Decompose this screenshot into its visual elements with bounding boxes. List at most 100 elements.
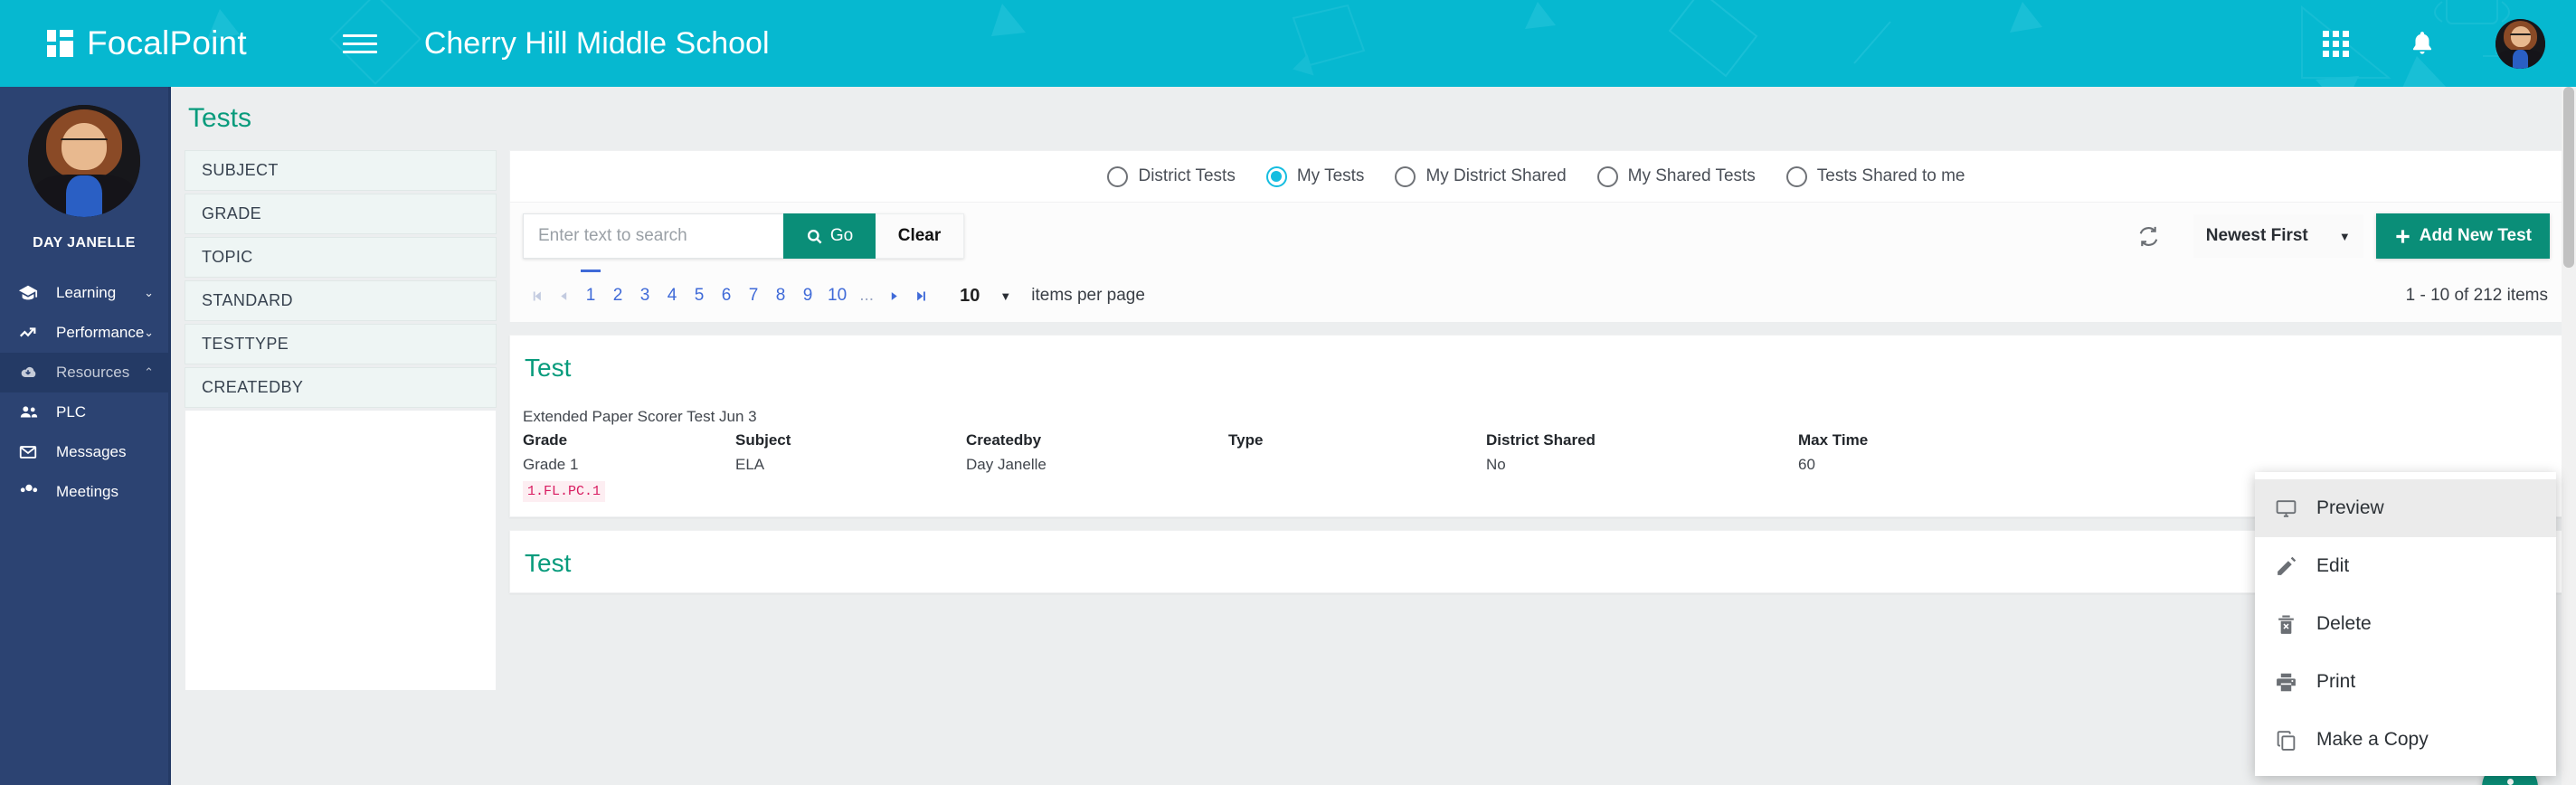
pagination-prev[interactable]: [550, 280, 577, 311]
context-menu-label: Make a Copy: [2316, 729, 2429, 750]
filter-grade[interactable]: GRADE: [185, 194, 497, 234]
sidebar-item-meetings[interactable]: Meetings: [0, 472, 168, 512]
pagination-page-4[interactable]: 4: [658, 280, 686, 311]
sidebar-user-name: DAY JANELLE: [33, 235, 136, 251]
pagination-page-10[interactable]: 10: [821, 280, 853, 311]
column-type: Type: [1228, 431, 1486, 474]
filter-createdby[interactable]: CREATEDBY: [185, 367, 497, 408]
filter-label: TOPIC: [202, 248, 253, 266]
printer-icon: [2275, 671, 2316, 694]
search-go-button[interactable]: Go: [783, 213, 876, 259]
pagination-next[interactable]: [880, 280, 907, 311]
pagination-page-9[interactable]: 9: [794, 280, 821, 311]
sidebar-item-messages[interactable]: Messages: [0, 432, 168, 472]
items-per-page-value: 10: [960, 285, 980, 306]
items-per-page-select[interactable]: 10 ▼: [960, 286, 1011, 307]
radio-icon: [1107, 166, 1129, 187]
filter-label: CREATEDBY: [202, 378, 304, 396]
pagination-ellipsis: ...: [859, 286, 875, 305]
vertical-scrollbar[interactable]: [2562, 87, 2576, 785]
context-menu-item-print[interactable]: Print: [2255, 653, 2556, 711]
people-icon: [18, 402, 45, 422]
sidebar-item-resources[interactable]: Resources ⌃: [0, 353, 168, 392]
sidebar-item-plc[interactable]: PLC: [0, 392, 168, 432]
pagination-last[interactable]: [907, 280, 934, 311]
context-menu-label: Edit: [2316, 555, 2350, 576]
column-subject: Subject ELA: [735, 431, 966, 474]
add-new-test-button[interactable]: Add New Test: [2375, 213, 2550, 259]
context-menu-item-make-a-copy[interactable]: Make a Copy: [2255, 711, 2556, 769]
radio-label: District Tests: [1138, 166, 1236, 185]
chevron-down-icon: ▼: [2338, 229, 2351, 243]
pagination-page-5[interactable]: 5: [686, 280, 713, 311]
sidebar-item-label: Resources: [56, 364, 130, 381]
test-card-columns: Grade Grade 1 Subject ELA Createdby Day …: [523, 431, 2562, 474]
bell-icon[interactable]: [2410, 30, 2434, 57]
search-clear-button[interactable]: Clear: [876, 213, 964, 259]
search-input[interactable]: [523, 213, 783, 259]
chevron-down-icon: ▼: [999, 288, 1012, 303]
chevron-down-icon: ⌄: [144, 326, 154, 339]
pagination-page-1[interactable]: 1: [577, 270, 604, 311]
sidebar-item-label: Learning: [56, 284, 117, 301]
top-header: FocalPoint Cherry Hill Middle School: [0, 0, 2576, 87]
context-menu-item-preview[interactable]: Preview: [2255, 479, 2556, 537]
sidebar-item-performance[interactable]: Performance ⌄: [0, 313, 168, 353]
radio-tests-shared-to-me[interactable]: Tests Shared to me: [1785, 166, 1965, 187]
radio-icon: [1596, 166, 1618, 187]
pencil-icon: [2275, 555, 2316, 578]
scrollbar-thumb[interactable]: [2563, 87, 2574, 268]
graduation-cap-icon: [18, 283, 45, 303]
context-menu-item-delete[interactable]: Delete: [2255, 595, 2556, 653]
app-root: FocalPoint Cherry Hill Middle School DAY…: [0, 0, 2576, 785]
radio-my-shared-tests[interactable]: My Shared Tests: [1596, 166, 1756, 187]
envelope-icon: [18, 442, 45, 462]
context-menu-item-edit[interactable]: Edit: [2255, 537, 2556, 595]
filter-topic[interactable]: TOPIC: [185, 237, 497, 278]
apps-grid-icon[interactable]: [2323, 30, 2349, 57]
items-per-page-label: items per page: [1031, 286, 1145, 305]
sort-select[interactable]: Newest First ▼: [2192, 214, 2363, 258]
radio-my-tests[interactable]: My Tests: [1265, 166, 1364, 187]
hamburger-menu-icon[interactable]: [342, 29, 377, 59]
pagination-page-6[interactable]: 6: [713, 280, 740, 311]
pagination-page-3[interactable]: 3: [631, 280, 658, 311]
context-menu: Preview Edit Delete Print Make a Copy: [2255, 472, 2556, 776]
sidebar-nav: Learning ⌄ Performance ⌄ Resources ⌃ PLC…: [0, 273, 168, 512]
filter-standard[interactable]: STANDARD: [185, 280, 497, 321]
avatar-image: [2496, 18, 2545, 69]
brand-name: FocalPoint: [87, 24, 247, 61]
column-value: Day Janelle: [966, 456, 1046, 473]
radio-label: My Shared Tests: [1627, 166, 1756, 185]
grid-logo-icon: [47, 30, 74, 57]
brand[interactable]: FocalPoint: [47, 24, 247, 62]
page-school-title: Cherry Hill Middle School: [423, 25, 770, 61]
column-header: District Shared: [1486, 431, 1596, 449]
sidebar-avatar[interactable]: [28, 105, 140, 217]
search-icon: [807, 229, 822, 243]
toolbar-right: Newest First ▼ Add New Test: [2136, 213, 2562, 259]
radio-district-tests[interactable]: District Tests: [1107, 166, 1236, 187]
radio-label: Tests Shared to me: [1816, 166, 1965, 185]
pagination-page-2[interactable]: 2: [604, 280, 631, 311]
test-card-name: Extended Paper Scorer Test Jun 3: [523, 408, 757, 425]
column-createdby: Createdby Day Janelle: [966, 431, 1228, 474]
filter-testtype[interactable]: TESTTYPE: [185, 324, 497, 364]
filter-subject[interactable]: SUBJECT: [185, 150, 497, 191]
radio-my-district-shared[interactable]: My District Shared: [1395, 166, 1567, 187]
filter-panel-body: [185, 411, 497, 691]
standard-badge: 1.FL.PC.1: [523, 481, 606, 502]
column-header: Createdby: [966, 431, 1042, 449]
refresh-icon[interactable]: [2136, 224, 2161, 249]
filter-label: GRADE: [202, 204, 262, 222]
pagination-first[interactable]: [523, 280, 550, 311]
avatar[interactable]: [2496, 18, 2545, 69]
pagination-page-7[interactable]: 7: [740, 280, 767, 311]
context-menu-label: Print: [2316, 671, 2356, 692]
sidebar-item-learning[interactable]: Learning ⌄: [0, 273, 168, 313]
monitor-icon: [2275, 497, 2316, 520]
pagination-page-8[interactable]: 8: [767, 280, 794, 311]
column-value: ELA: [735, 456, 765, 473]
header-actions: [2323, 0, 2545, 87]
sort-value: Newest First: [2205, 226, 2308, 245]
